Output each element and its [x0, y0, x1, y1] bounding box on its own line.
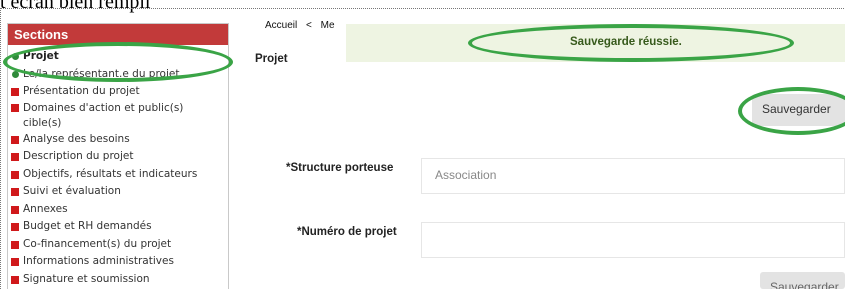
sidebar-item-domaines[interactable]: Domaines d'action et public(s) cible(s): [11, 101, 228, 131]
numero-projet-label: *Numéro de projet: [297, 226, 397, 238]
breadcrumb-separator: <: [306, 20, 312, 31]
red-square-icon: [11, 240, 19, 249]
page-title: Projet: [255, 53, 288, 65]
annotation-ellipse-sidebar: [3, 42, 233, 82]
sidebar-item-informations[interactable]: Informations administratives: [11, 253, 228, 271]
structure-porteuse-label: *Structure porteuse: [286, 162, 394, 174]
red-square-icon: [11, 275, 19, 284]
sidebar-item-annexes[interactable]: Annexes: [11, 201, 228, 219]
red-square-icon: [11, 103, 19, 112]
sidebar-item-analyse[interactable]: Analyse des besoins: [11, 131, 228, 149]
sidebar-item-budget[interactable]: Budget et RH demandés: [11, 218, 228, 236]
structure-porteuse-select[interactable]: Association: [421, 158, 845, 194]
save-button-bottom[interactable]: Sauvegarder: [760, 272, 845, 289]
annotation-ellipse-toast: [468, 24, 794, 62]
red-square-icon: [11, 135, 19, 144]
red-square-icon: [11, 205, 19, 214]
sidebar-item-signature[interactable]: Signature et soumission: [11, 271, 228, 289]
breadcrumb: Accueil < Me: [265, 20, 341, 31]
red-square-icon: [11, 258, 19, 266]
breadcrumb-home-link[interactable]: Accueil: [265, 20, 297, 31]
sidebar-item-description[interactable]: Description du projet: [11, 148, 228, 166]
red-square-icon: [11, 223, 19, 231]
red-square-icon: [11, 188, 19, 196]
sidebar-item-cofinancement[interactable]: Co-financement(s) du projet: [11, 236, 228, 254]
sidebar-item-presentation[interactable]: Présentation du projet: [11, 83, 228, 101]
red-square-icon: [11, 153, 19, 161]
breadcrumb-current[interactable]: Me: [321, 20, 335, 31]
sidebar-item-suivi[interactable]: Suivi et évaluation: [11, 183, 228, 201]
red-square-icon: [11, 170, 19, 179]
sidebar-item-objectifs[interactable]: Objectifs, résultats et indicateurs: [11, 166, 228, 184]
numero-projet-input[interactable]: [421, 222, 845, 258]
red-square-icon: [11, 88, 19, 96]
